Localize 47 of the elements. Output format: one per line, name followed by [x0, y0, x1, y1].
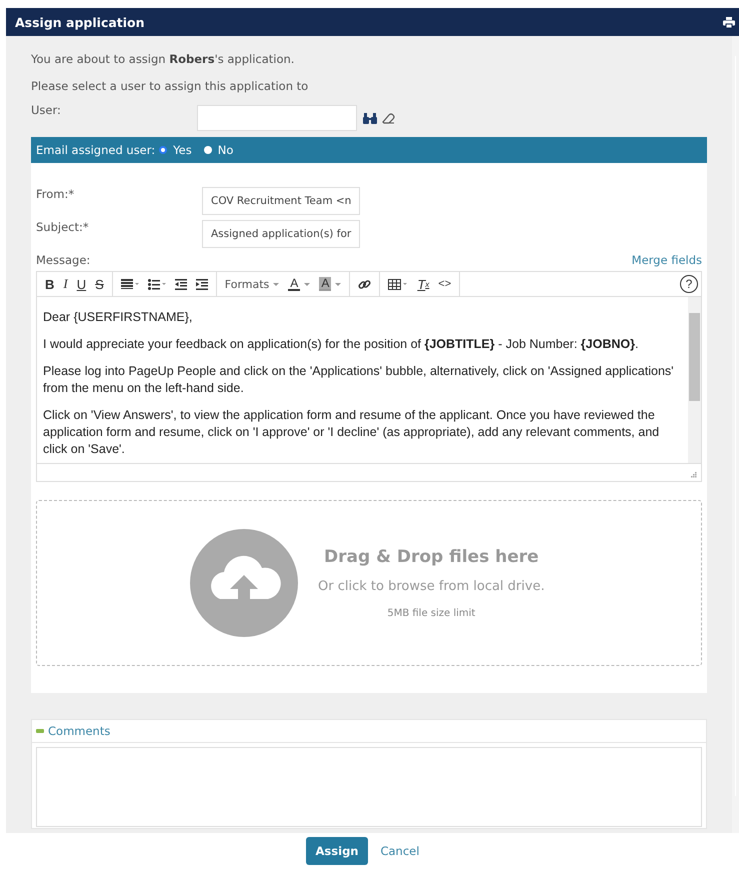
- drop-zone-title: Drag & Drop files here: [324, 547, 539, 567]
- binoculars-icon[interactable]: [363, 112, 377, 124]
- outdent-icon[interactable]: [174, 278, 187, 290]
- indent-icon[interactable]: [196, 278, 208, 290]
- bold-button[interactable]: B: [45, 276, 54, 292]
- message-paragraph: I would appreciate your feedback on application(s) for the position of {JOBTITLE} - Job Number: {JOBNO}.: [43, 336, 640, 353]
- text-color-button[interactable]: A: [288, 277, 310, 291]
- italic-button[interactable]: I: [63, 276, 68, 292]
- resize-handle-icon[interactable]: [691, 472, 697, 478]
- strike-button[interactable]: S: [95, 276, 104, 292]
- underline-button[interactable]: U: [76, 276, 86, 292]
- message-editor[interactable]: [36, 271, 702, 482]
- message-paragraph: Dear {USERFIRSTNAME},: [43, 309, 194, 326]
- align-icon[interactable]: [120, 279, 139, 289]
- merge-fields-link[interactable]: Merge fields: [632, 253, 702, 269]
- drop-zone-hint: Or click to browse from local drive.: [318, 579, 545, 594]
- table-icon[interactable]: [388, 278, 408, 290]
- user-field[interactable]: [197, 105, 357, 131]
- assign-button[interactable]: Assign: [306, 837, 368, 865]
- instruction-text: Please select a user to assign this application to: [31, 79, 310, 93]
- field-label: User:: [31, 103, 62, 117]
- field-label: Subject:*: [36, 220, 90, 234]
- eraser-icon[interactable]: [382, 112, 395, 124]
- dialog-title: Assign application: [15, 14, 145, 30]
- print-icon[interactable]: [723, 16, 735, 28]
- file-size-note: 5MB file size limit: [387, 608, 476, 619]
- source-code-button[interactable]: <>: [438, 278, 452, 290]
- message-paragraph: Click on 'View Answers', to view the application form and resume of the applicant. Once you have reviewed the application form and resume, click on 'I approve' or 'I decline' (as appropriate), add any relevant comments, and click on 'Save'.: [43, 407, 660, 458]
- drop-zone[interactable]: Drag & Drop files here Or click to browse from local drive. 5MB file size limit: [36, 500, 702, 666]
- from-field[interactable]: COV Recruitment Team <n: [202, 187, 360, 215]
- radio-option[interactable]: Yes: [159, 143, 192, 157]
- intro-text: You are about to assign Robers's application.: [31, 52, 296, 66]
- subject-field[interactable]: Assigned application(s) for: [202, 220, 360, 248]
- comments-title[interactable]: Comments: [48, 724, 110, 738]
- cancel-link[interactable]: Cancel: [380, 844, 420, 858]
- help-button[interactable]: ?: [680, 275, 698, 293]
- field-label: From:*: [36, 187, 76, 201]
- option-label: Email assigned user:: [36, 143, 156, 157]
- comments-field[interactable]: [36, 747, 702, 827]
- scrollbar[interactable]: [688, 297, 701, 463]
- scrollbar[interactable]: [732, 36, 739, 833]
- bullet-list-icon[interactable]: [148, 278, 166, 290]
- field-label: Message:: [36, 253, 90, 269]
- link-icon[interactable]: [358, 278, 372, 290]
- formats-dropdown[interactable]: Formats: [224, 278, 280, 290]
- radio-option[interactable]: No: [204, 143, 234, 157]
- message-paragraph: Please log into PageUp People and click on the 'Applications' bubble, alternatively, click on 'Assigned applications' from the menu on the left-hand side.: [43, 363, 675, 397]
